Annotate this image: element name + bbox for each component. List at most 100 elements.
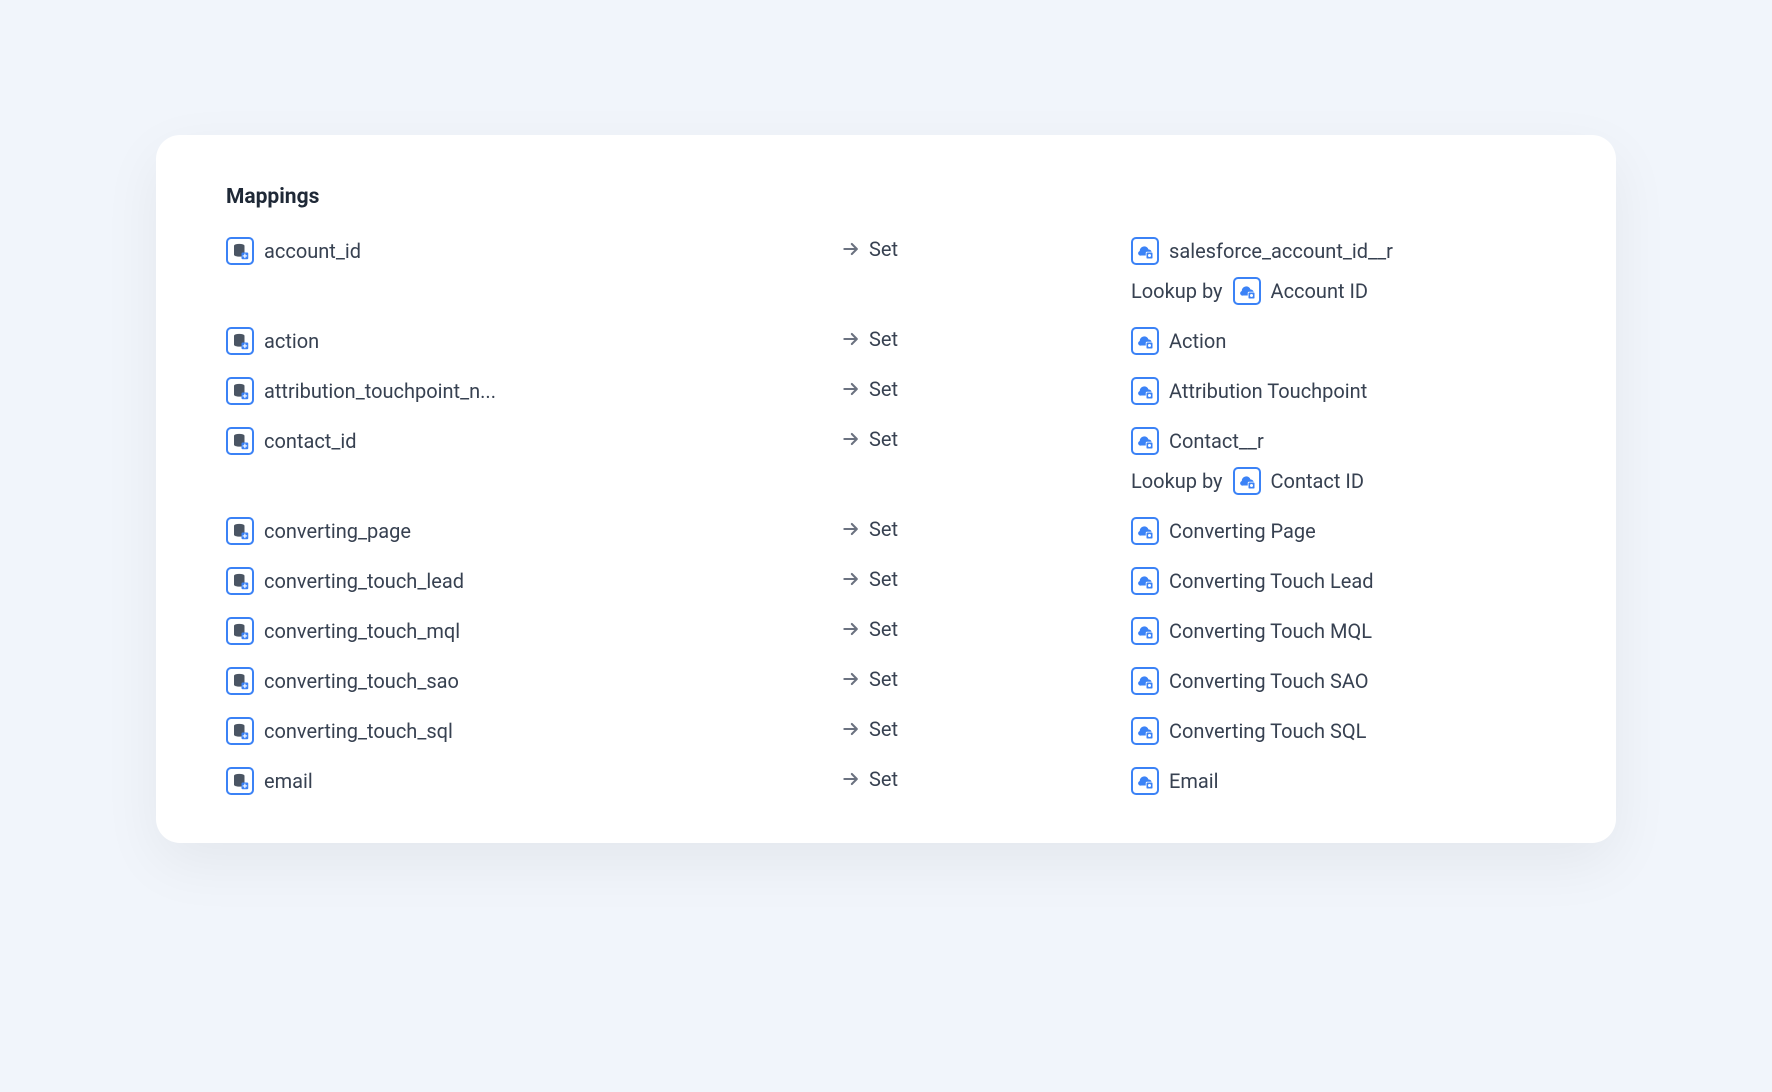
source-field-label: email (264, 769, 313, 793)
destination-field[interactable]: Converting Touch MQL (1131, 617, 1546, 645)
mapping-row: contact_id Set Contact__r Lookup by Cont… (226, 427, 1546, 495)
source-field-label: attribution_touchpoint_n... (264, 379, 496, 403)
database-icon (226, 237, 254, 265)
destination-field[interactable]: Email (1131, 767, 1546, 795)
database-icon (226, 617, 254, 645)
operation-label: Set (869, 377, 898, 401)
database-icon (226, 517, 254, 545)
destination-field[interactable]: Converting Touch SQL (1131, 717, 1546, 745)
cloud-icon (1131, 237, 1159, 265)
mappings-list: account_id Set salesforce_account_id__r … (226, 237, 1546, 795)
cloud-icon (1131, 427, 1159, 455)
operation: Set (841, 237, 1131, 261)
destination-field-label: Converting Touch SAO (1169, 669, 1369, 693)
operation: Set (841, 617, 1131, 641)
source-field[interactable]: contact_id (226, 427, 841, 455)
lookup-field-label: Account ID (1271, 279, 1369, 303)
mapping-row: converting_touch_mql Set Converting Touc… (226, 617, 1546, 645)
cloud-icon (1131, 667, 1159, 695)
operation: Set (841, 667, 1131, 691)
arrow-right-icon (841, 239, 861, 259)
cloud-icon (1233, 277, 1261, 305)
source-field[interactable]: email (226, 767, 841, 795)
destination-field[interactable]: Attribution Touchpoint (1131, 377, 1546, 405)
lookup-by[interactable]: Lookup by Contact ID (1131, 467, 1364, 495)
source-field-label: converting_touch_mql (264, 619, 460, 643)
mapping-row: converting_touch_lead Set Converting Tou… (226, 567, 1546, 595)
arrow-right-icon (841, 519, 861, 539)
destination-field-label: Converting Touch Lead (1169, 569, 1374, 593)
cloud-icon (1131, 377, 1159, 405)
source-field[interactable]: converting_touch_mql (226, 617, 841, 645)
database-icon (226, 567, 254, 595)
database-icon (226, 667, 254, 695)
arrow-right-icon (841, 569, 861, 589)
database-icon (226, 767, 254, 795)
mapping-row: attribution_touchpoint_n... Set Attribut… (226, 377, 1546, 405)
source-field-label: converting_touch_sao (264, 669, 459, 693)
operation: Set (841, 427, 1131, 451)
arrow-right-icon (841, 379, 861, 399)
source-field-label: contact_id (264, 429, 357, 453)
destination-field-label: Converting Page (1169, 519, 1316, 543)
mapping-row: action Set Action (226, 327, 1546, 355)
operation-label: Set (869, 667, 898, 691)
mappings-card: Mappings account_id Set salesforce_accou… (156, 135, 1616, 843)
source-field-label: action (264, 329, 319, 353)
cloud-icon (1131, 517, 1159, 545)
source-field-label: account_id (264, 239, 361, 263)
mapping-row: converting_touch_sql Set Converting Touc… (226, 717, 1546, 745)
database-icon (226, 377, 254, 405)
cloud-icon (1131, 567, 1159, 595)
operation-label: Set (869, 767, 898, 791)
destination-field-label: salesforce_account_id__r (1169, 239, 1393, 263)
operation: Set (841, 377, 1131, 401)
destination-field-label: Contact__r (1169, 429, 1264, 453)
operation-label: Set (869, 427, 898, 451)
operation: Set (841, 517, 1131, 541)
cloud-icon (1131, 767, 1159, 795)
cloud-icon (1131, 617, 1159, 645)
destination-field[interactable]: salesforce_account_id__r Lookup by Accou… (1131, 237, 1546, 305)
destination-field[interactable]: Converting Touch SAO (1131, 667, 1546, 695)
arrow-right-icon (841, 719, 861, 739)
destination-field-label: Action (1169, 329, 1226, 353)
cloud-icon (1131, 327, 1159, 355)
database-icon (226, 717, 254, 745)
lookup-field-label: Contact ID (1271, 469, 1364, 493)
source-field[interactable]: converting_page (226, 517, 841, 545)
lookup-by[interactable]: Lookup by Account ID (1131, 277, 1368, 305)
destination-field[interactable]: Converting Page (1131, 517, 1546, 545)
destination-field[interactable]: Contact__r Lookup by Contact ID (1131, 427, 1546, 495)
destination-field-label: Attribution Touchpoint (1169, 379, 1367, 403)
destination-field-label: Converting Touch SQL (1169, 719, 1366, 743)
operation-label: Set (869, 517, 898, 541)
lookup-prefix: Lookup by (1131, 279, 1223, 303)
source-field[interactable]: converting_touch_sao (226, 667, 841, 695)
source-field-label: converting_page (264, 519, 411, 543)
source-field[interactable]: attribution_touchpoint_n... (226, 377, 841, 405)
operation: Set (841, 327, 1131, 351)
mapping-row: account_id Set salesforce_account_id__r … (226, 237, 1546, 305)
mappings-title: Mappings (226, 185, 1546, 209)
source-field[interactable]: action (226, 327, 841, 355)
operation-label: Set (869, 327, 898, 351)
operation-label: Set (869, 567, 898, 591)
destination-field[interactable]: Converting Touch Lead (1131, 567, 1546, 595)
operation: Set (841, 567, 1131, 591)
source-field[interactable]: converting_touch_sql (226, 717, 841, 745)
destination-field-label: Converting Touch MQL (1169, 619, 1372, 643)
mapping-row: converting_page Set Converting Page (226, 517, 1546, 545)
arrow-right-icon (841, 329, 861, 349)
source-field-label: converting_touch_lead (264, 569, 464, 593)
source-field[interactable]: converting_touch_lead (226, 567, 841, 595)
arrow-right-icon (841, 429, 861, 449)
source-field[interactable]: account_id (226, 237, 841, 265)
arrow-right-icon (841, 669, 861, 689)
mapping-row: converting_touch_sao Set Converting Touc… (226, 667, 1546, 695)
destination-field[interactable]: Action (1131, 327, 1546, 355)
database-icon (226, 427, 254, 455)
source-field-label: converting_touch_sql (264, 719, 453, 743)
lookup-prefix: Lookup by (1131, 469, 1223, 493)
operation-label: Set (869, 717, 898, 741)
